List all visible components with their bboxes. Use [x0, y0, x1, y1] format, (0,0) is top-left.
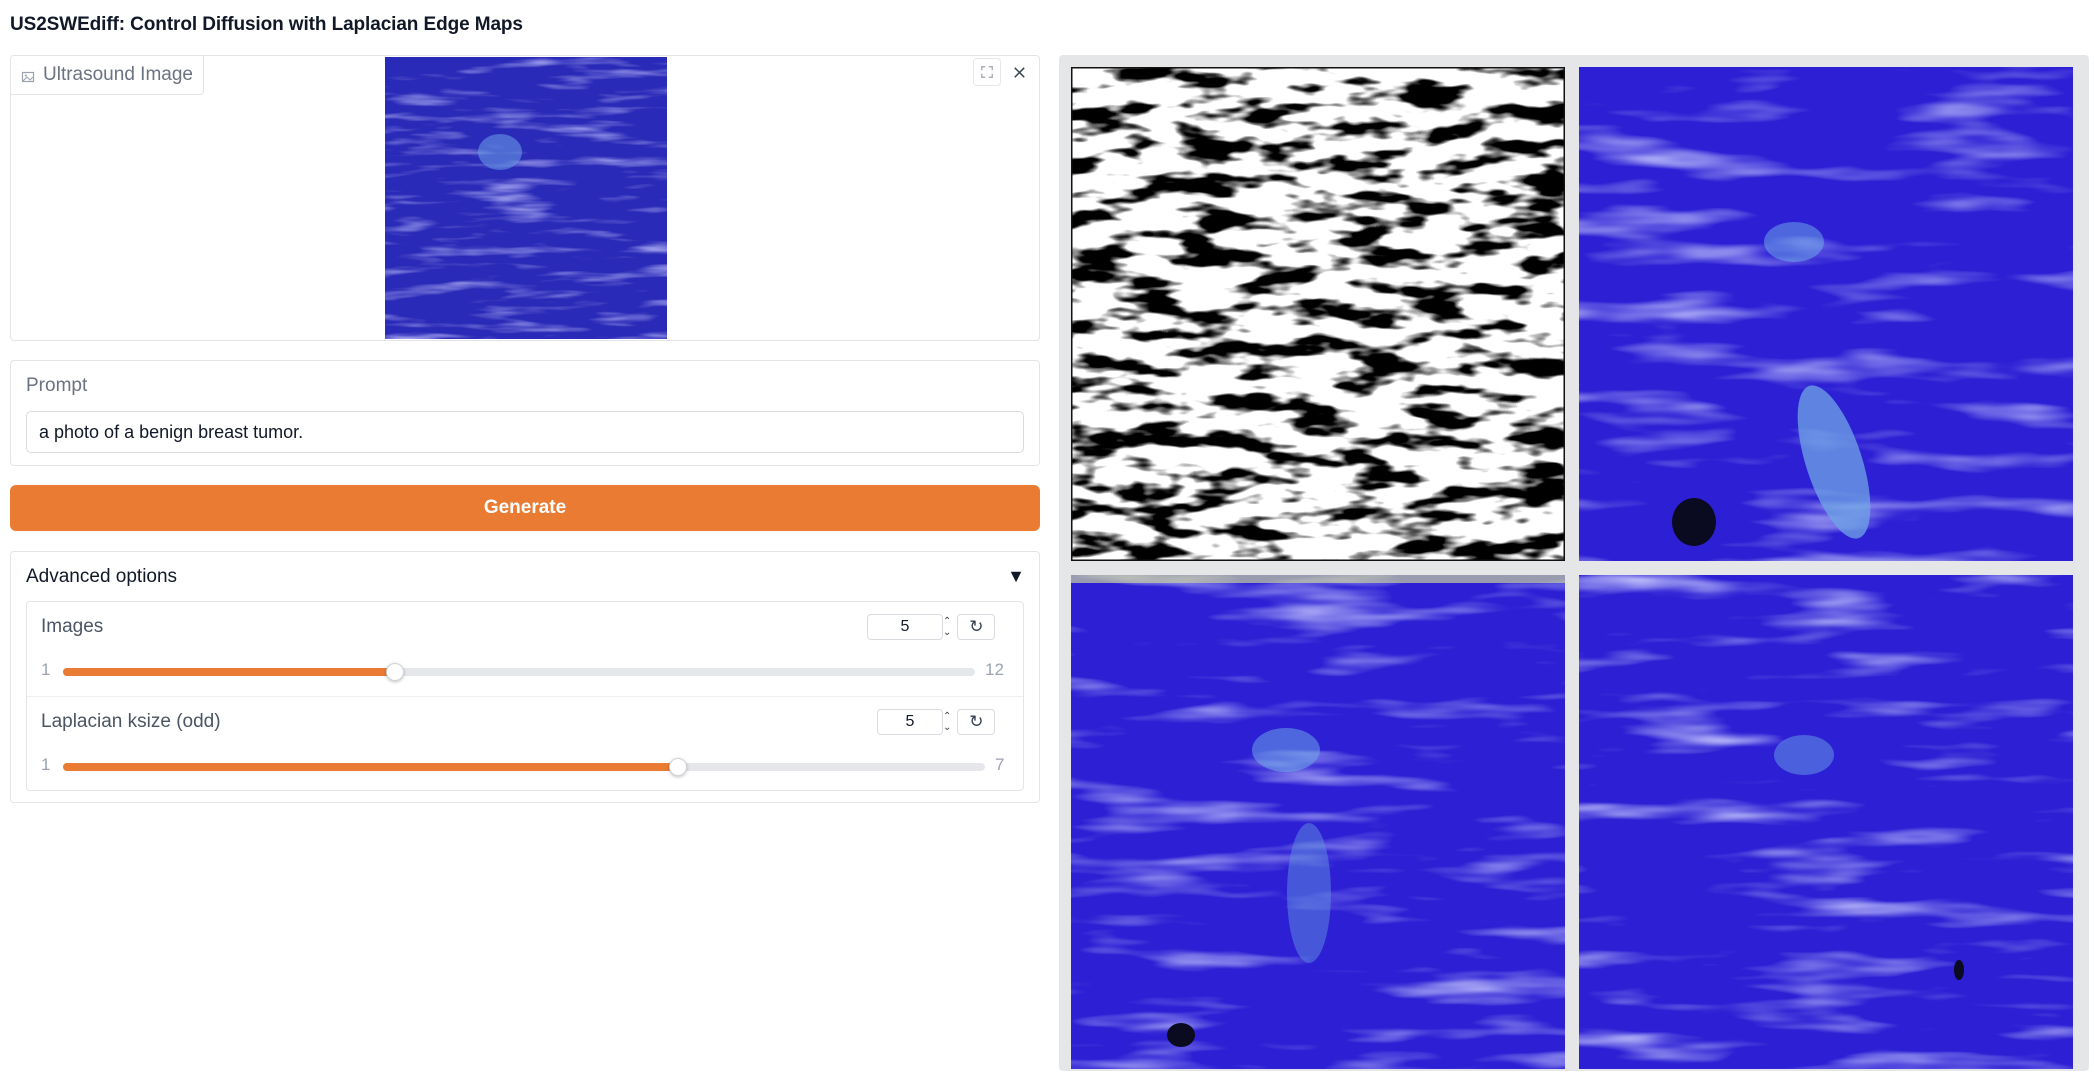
ksize-max: 7 [995, 755, 1005, 774]
ultrasound-image-input[interactable]: Ultrasound Image [10, 55, 1040, 341]
advanced-options: Advanced options ▼ Images ⌃ ⌄ ↻ 1 12 Lap… [10, 551, 1040, 803]
images-max: 12 [985, 660, 1004, 679]
images-min: 1 [41, 660, 51, 679]
chevron-up-icon[interactable]: ⌃ [943, 616, 951, 627]
images-slider[interactable] [63, 663, 975, 681]
images-label: Images [41, 616, 104, 637]
ksize-number-input[interactable] [877, 709, 943, 735]
app-title: US2SWEdiff: Control Diffusion with Lapla… [10, 14, 523, 35]
gallery-tile-generated-3[interactable] [1579, 575, 2073, 1069]
ksize-spinner[interactable]: ⌃ ⌄ [943, 711, 951, 733]
ksize-slider-row: Laplacian ksize (odd) ⌃ ⌄ ↻ 1 7 [27, 696, 1023, 790]
images-slider-row: Images ⌃ ⌄ ↻ 1 12 [27, 602, 1023, 696]
chevron-down-icon[interactable]: ⌄ [943, 627, 951, 638]
reset-icon[interactable]: ↻ [957, 709, 996, 735]
gallery-tile-generated-2[interactable] [1071, 575, 1565, 1069]
prompt-block: Prompt [10, 360, 1040, 466]
ksize-slider-fill [63, 763, 678, 771]
images-number-control: ⌃ ⌄ ↻ [867, 614, 996, 640]
images-spinner[interactable]: ⌃ ⌄ [943, 616, 951, 638]
image-icon [21, 68, 35, 83]
fullscreen-icon[interactable] [973, 58, 1001, 86]
gallery-tile-edge-map[interactable] [1071, 67, 1565, 561]
prompt-input[interactable] [26, 411, 1024, 453]
ksize-slider-thumb[interactable] [668, 758, 687, 776]
images-slider-fill [63, 668, 395, 676]
ksize-number-control: ⌃ ⌄ ↻ [877, 709, 996, 735]
generate-button[interactable]: Generate [10, 485, 1040, 531]
ksize-min: 1 [41, 755, 51, 774]
advanced-options-header[interactable]: Advanced options [26, 566, 177, 588]
advanced-options-panel: Images ⌃ ⌄ ↻ 1 12 Laplacian ksize (odd) [26, 601, 1024, 791]
ksize-slider[interactable] [63, 758, 985, 776]
collapse-toggle-icon[interactable]: ▼ [1007, 566, 1025, 587]
chevron-down-icon[interactable]: ⌄ [943, 722, 951, 733]
images-number-input[interactable] [867, 614, 943, 640]
gallery-tile-generated-1[interactable] [1579, 67, 2073, 561]
image-input-label-text: Ultrasound Image [43, 64, 193, 85]
chevron-up-icon[interactable]: ⌃ [943, 711, 951, 722]
close-icon[interactable] [1005, 58, 1033, 86]
output-gallery [1059, 55, 2089, 1071]
ultrasound-preview [385, 57, 667, 339]
images-slider-thumb[interactable] [385, 663, 404, 681]
image-tools [973, 58, 1033, 86]
ksize-label: Laplacian ksize (odd) [41, 711, 221, 732]
prompt-label: Prompt [26, 375, 88, 396]
image-input-label: Ultrasound Image [11, 56, 204, 95]
reset-icon[interactable]: ↻ [957, 614, 996, 640]
